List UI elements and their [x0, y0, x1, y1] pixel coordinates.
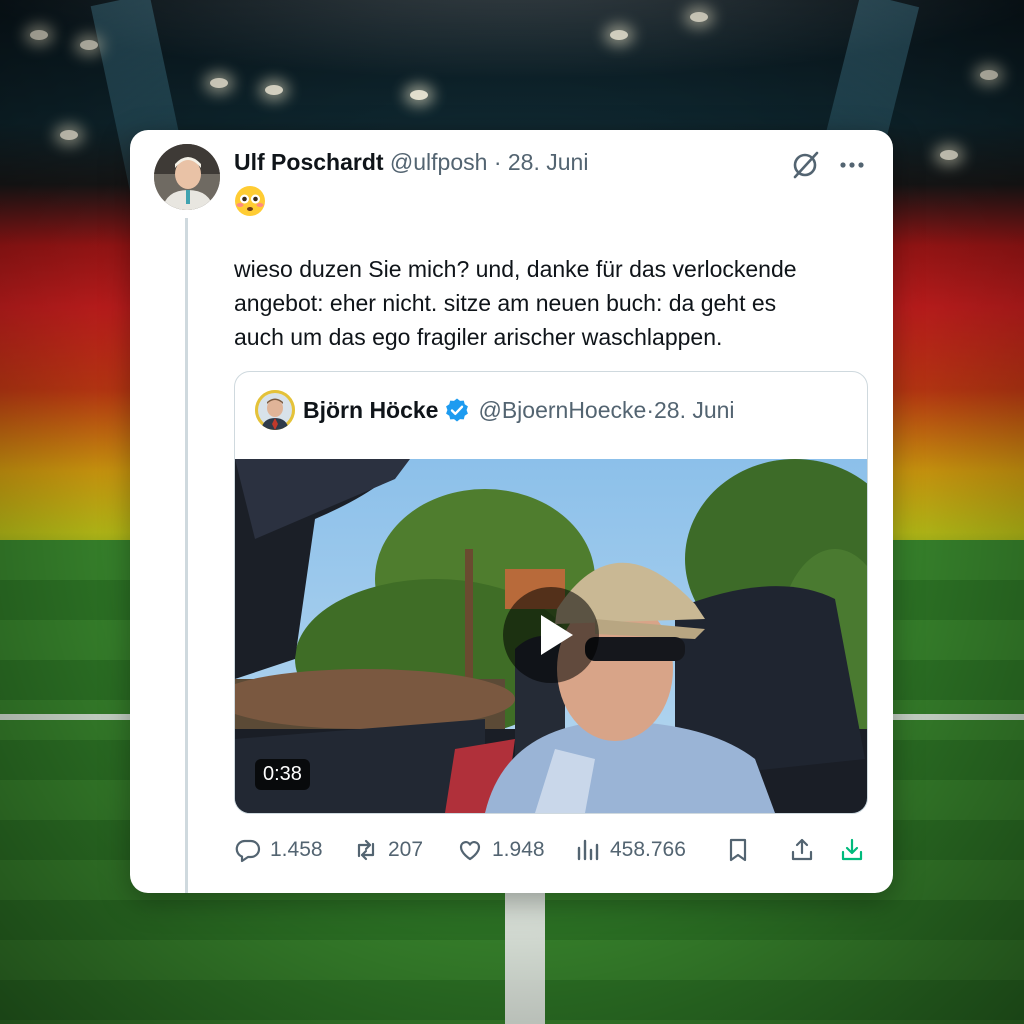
bookmark-button[interactable] [724, 830, 760, 870]
flushed-face-emoji [235, 186, 265, 216]
quoted-author-handle[interactable]: @BjoernHoecke [478, 396, 646, 424]
tweet-text: wieso duzen Sie mich? und, danke für das… [234, 252, 874, 354]
video-duration: 0:38 [255, 759, 310, 790]
tweet-card[interactable]: Ulf Poschardt @ulfposh · 28. Juni wieso … [130, 130, 893, 893]
views-button[interactable]: 458.766 [574, 830, 686, 870]
play-button[interactable] [503, 587, 599, 683]
tweet-text-line: angebot: eher nicht. sitze am neuen buch… [234, 290, 777, 316]
reply-count: 1.458 [270, 838, 323, 861]
share-button[interactable] [788, 830, 824, 870]
author-avatar[interactable] [154, 144, 220, 210]
analytics-icon [577, 839, 599, 861]
tweet-text-line: wieso duzen Sie mich? und, danke für das… [234, 256, 797, 282]
like-button[interactable]: 1.948 [456, 830, 545, 870]
quoted-date[interactable]: 28. Juni [654, 396, 735, 424]
quoted-separator: · [646, 397, 654, 423]
more-options-icon[interactable] [837, 152, 867, 178]
bookmark-icon [729, 838, 747, 862]
grok-icon[interactable] [790, 150, 820, 180]
repost-count: 207 [388, 838, 424, 861]
tweet-header: Ulf Poschardt @ulfposh · 28. Juni [234, 148, 588, 176]
header-separator: · [487, 149, 508, 175]
tweet-date[interactable]: 28. Juni [508, 149, 589, 175]
share-icon [791, 838, 813, 861]
heart-icon [459, 841, 481, 861]
repost-icon [357, 839, 375, 861]
video-player[interactable]: 0:38 [235, 459, 867, 813]
quoted-header: Björn Höcke @BjoernHoecke · 28. Juni [303, 396, 735, 424]
action-bar: 1.458 207 1.948 458.766 [234, 830, 874, 870]
download-button[interactable] [838, 830, 874, 870]
thread-line [185, 218, 188, 893]
play-icon [541, 615, 573, 655]
reply-icon [235, 839, 261, 863]
repost-button[interactable]: 207 [352, 830, 423, 870]
view-count: 458.766 [610, 838, 686, 861]
quoted-tweet[interactable]: Björn Höcke @BjoernHoecke · 28. Juni 0:3… [234, 371, 868, 814]
download-icon [841, 838, 863, 861]
quoted-author-name[interactable]: Björn Höcke [303, 396, 438, 424]
reply-button[interactable]: 1.458 [234, 830, 323, 870]
author-handle[interactable]: @ulfposh [390, 149, 488, 175]
like-count: 1.948 [492, 838, 545, 861]
verified-badge-icon [446, 398, 469, 422]
quoted-author-avatar[interactable] [255, 390, 295, 430]
tweet-text-line: auch um das ego fragiler arischer waschl… [234, 324, 723, 350]
author-name[interactable]: Ulf Poschardt [234, 149, 384, 175]
